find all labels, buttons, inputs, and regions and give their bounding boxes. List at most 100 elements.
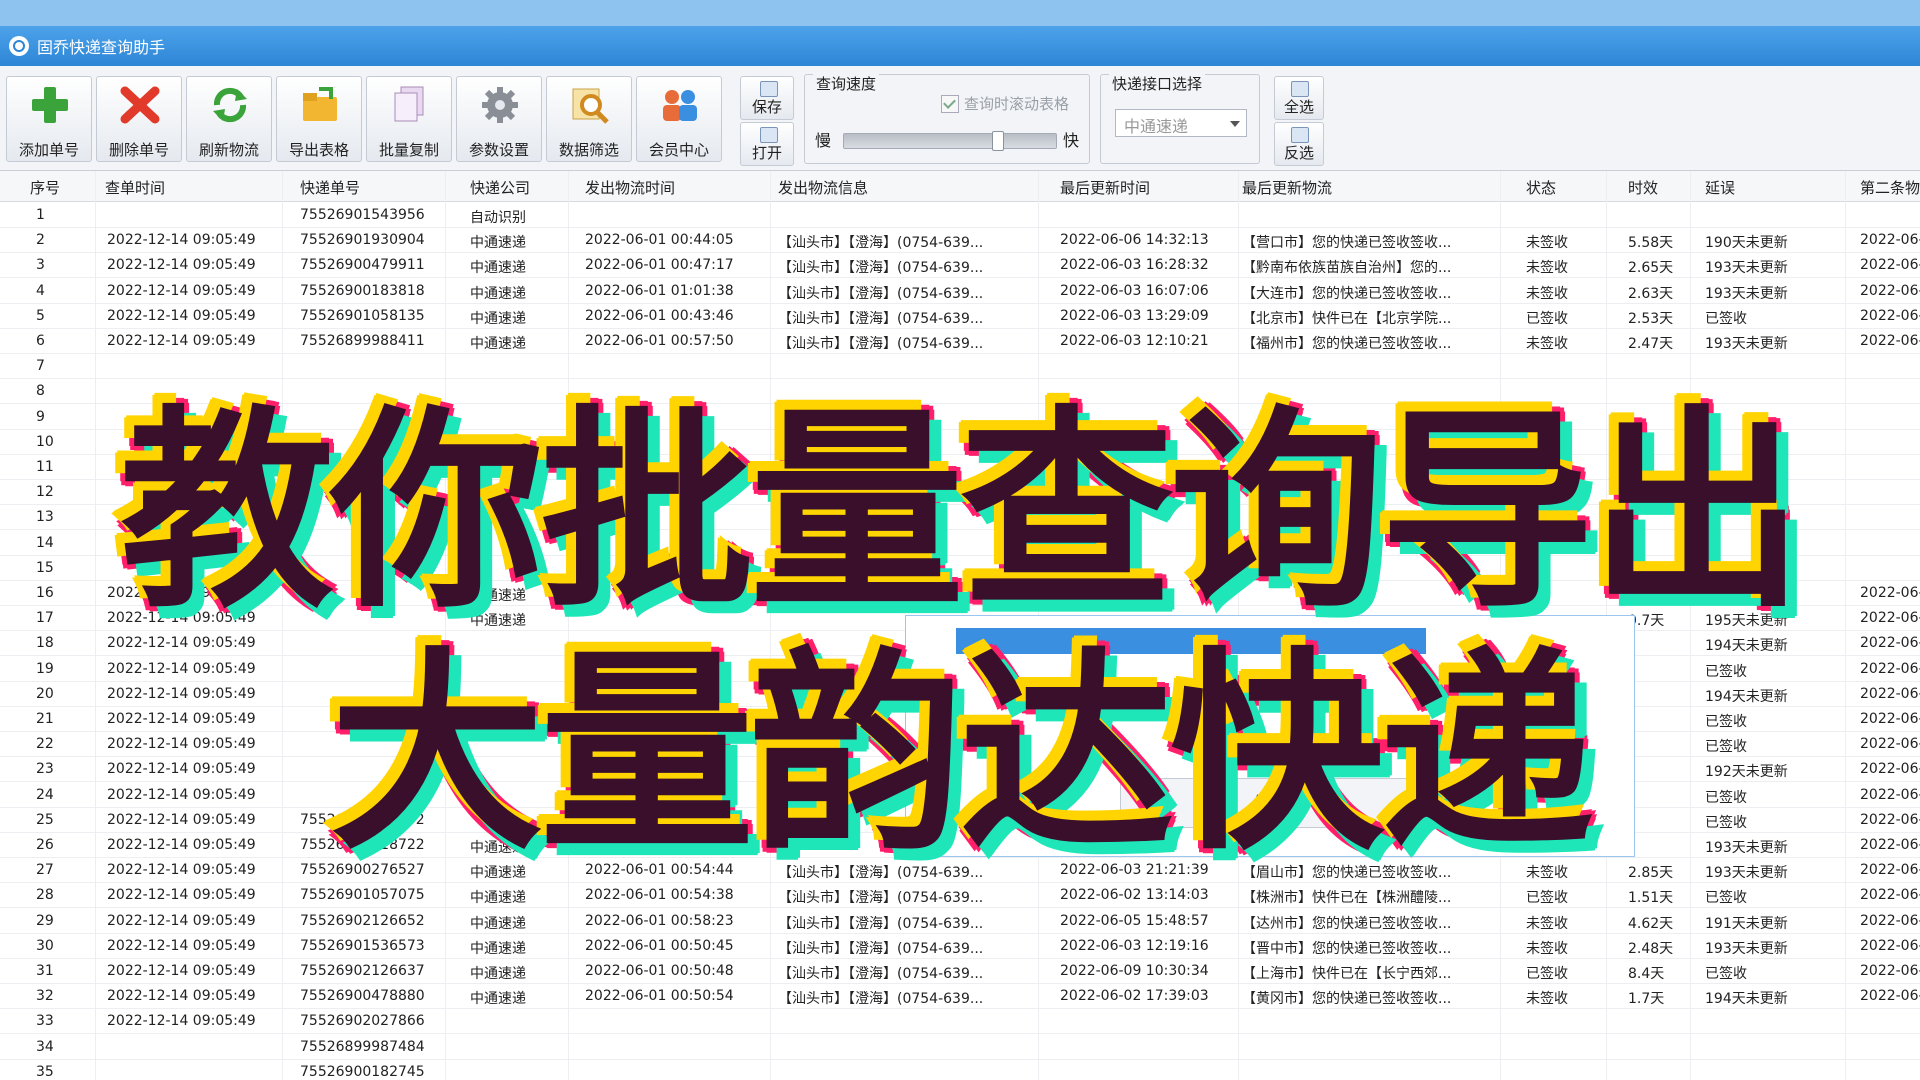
table-cell: 2022-12-14 09:05:49 (107, 736, 256, 753)
table-cell: 75526902126652 (300, 912, 425, 929)
stop-button[interactable]: 停止 (1120, 778, 1418, 828)
toolbar-button-label: 参数设置 (468, 141, 529, 159)
table-row[interactable]: 6 2022-12-14 09:05:49 75526899988411 中通速递 20… (0, 328, 1920, 354)
table-cell: 未签收 (1526, 260, 1568, 277)
table-cell: 2.48天 (1628, 940, 1674, 957)
table-cell: 中通速递 (470, 915, 526, 932)
window-title: 固乔快递查询助手 (37, 38, 166, 57)
table-row[interactable]: 13 (0, 504, 1920, 531)
table-cell: 2022-06-01 (1860, 786, 1920, 803)
scroll-table-checkbox[interactable]: 查询时滚动表格 (941, 93, 1069, 114)
table-row[interactable]: 12 (0, 479, 1920, 506)
table-cell: 25 (36, 811, 54, 828)
table-cell: 2022-06-01 00:54:38 (585, 887, 734, 904)
table-cell: 已签收 (1705, 814, 1747, 831)
table-cell: 2022-06-01 (1860, 685, 1920, 702)
toolbar-button-6[interactable]: 数据筛选 (546, 76, 632, 162)
column-header[interactable]: 第二条物 (1860, 177, 1920, 198)
column-header[interactable]: 查单时间 (105, 177, 165, 198)
open-button[interactable]: 打开 (740, 122, 794, 166)
invert-selection-button[interactable]: 反选 (1274, 122, 1324, 166)
table-row[interactable]: 30 2022-12-14 09:05:49 75526901536573 中通速递 2… (0, 933, 1920, 959)
column-header[interactable]: 序号 (30, 177, 60, 198)
table-cell: 中通速递 (470, 260, 526, 277)
toolbar-button-4[interactable]: 批量复制 (366, 76, 452, 162)
table-cell: 11 (36, 459, 54, 475)
table-cell: 35 (36, 1063, 54, 1080)
table-row[interactable]: 31 2022-12-14 09:05:49 75526902126637 中通速递 2… (0, 958, 1920, 984)
toolbar-button-3[interactable]: 导出表格 (276, 76, 362, 162)
table-row[interactable]: 14 (0, 530, 1920, 556)
magnifier-icon (569, 85, 611, 125)
table-cell: 26 (36, 837, 54, 853)
toolbar-button-label: 删除单号 (108, 141, 169, 159)
column-header[interactable]: 最后更新时间 (1060, 177, 1150, 198)
table-cell: 33 (36, 1013, 54, 1030)
table-cell: 2022-06-03 16:07:06 (1060, 282, 1209, 299)
table-cell: 2022-06-01 00:57:50 (585, 333, 734, 349)
table-row[interactable]: 7 (0, 353, 1920, 380)
table-cell: 75526900479911 (300, 257, 425, 274)
table-cell: 已签收 (1705, 663, 1747, 680)
table-row[interactable]: 1 75526901543956 自动识别 (0, 202, 1920, 228)
table-row[interactable]: 16 2022-12-14 09:05:49 中通速递 9.87天 2022-06-01 (0, 580, 1920, 606)
table-cell: 75526901058135 (300, 307, 425, 324)
table-row[interactable]: 4 2022-12-14 09:05:49 75526900183818 中通速递 20… (0, 278, 1920, 304)
toolbar-button-1[interactable]: 删除单号 (96, 76, 182, 162)
table-cell: 34 (36, 1038, 54, 1055)
table-cell: 75526900276527 (300, 862, 425, 879)
table-cell: 已签收 (1526, 890, 1568, 907)
toolbar-button-2[interactable]: 刷新物流 (186, 76, 272, 162)
table-cell: 31 (36, 963, 54, 979)
table-cell: 2022-12-14 09:05:49 (107, 988, 256, 1005)
column-header[interactable]: 时效 (1628, 177, 1658, 198)
table-row[interactable]: 9 (0, 404, 1920, 430)
toolbar-button-5[interactable]: 参数设置 (456, 76, 542, 162)
table-row[interactable]: 11 (0, 454, 1920, 480)
table-cell: 18 (36, 635, 54, 652)
toolbar-button-7[interactable]: 会员中心 (636, 76, 722, 162)
table-cell: 193天未更新 (1705, 940, 1788, 957)
column-header[interactable]: 状态 (1526, 177, 1556, 198)
table-cell: 【黄冈市】您的快递已签收签收... (1242, 991, 1452, 1008)
table-cell: 2022-06-01 (1860, 307, 1920, 324)
table-row[interactable]: 34 75526899987484 (0, 1034, 1920, 1060)
table-cell: 2022-06-01 (1860, 585, 1920, 601)
table-row[interactable]: 15 (0, 555, 1920, 581)
table-cell: 【汕头市】【澄海】(0754-639... (778, 260, 984, 277)
table-cell: 75526902218722 (300, 837, 425, 853)
table-cell: 2022-06-01 (1860, 887, 1920, 904)
table-cell: 【汕头市】【澄海】(0754-639... (778, 865, 984, 882)
table-row[interactable]: 28 2022-12-14 09:05:49 75526901057075 中通速递 2… (0, 882, 1920, 909)
table-cell: 2022-06-01 (1860, 660, 1920, 677)
table-row[interactable]: 2 2022-12-14 09:05:49 75526901930904 中通速递 20… (0, 227, 1920, 254)
column-header[interactable]: 延误 (1705, 177, 1735, 198)
table-row[interactable]: 3 2022-12-14 09:05:49 75526900479911 中通速递 20… (0, 252, 1920, 279)
table-row[interactable]: 8 (0, 378, 1920, 405)
table-cell: 2022-06-01 (1860, 912, 1920, 929)
table-cell: 【汕头市】【澄海】(0754-639... (778, 915, 984, 932)
column-header[interactable]: 快递单号 (300, 177, 360, 198)
column-header[interactable]: 快递公司 (470, 177, 530, 198)
table-row[interactable]: 29 2022-12-14 09:05:49 75526902126652 中通速递 2… (0, 908, 1920, 934)
toolbar-button-0[interactable]: 添加单号 (6, 76, 92, 162)
table-row[interactable]: 35 75526900182745 (0, 1059, 1920, 1080)
select-all-button[interactable]: 全选 (1274, 76, 1324, 120)
table-row[interactable]: 27 2022-12-14 09:05:49 75526900276527 中通速递 2… (0, 857, 1920, 884)
column-header[interactable]: 发出物流时间 (585, 177, 675, 198)
table-row[interactable]: 32 2022-12-14 09:05:49 75526900478880 中通速递 2… (0, 983, 1920, 1010)
column-header[interactable]: 最后更新物流 (1242, 177, 1332, 198)
speed-slider[interactable] (843, 131, 1057, 151)
table-cell: 2.63天 (1628, 285, 1674, 302)
slider-thumb[interactable] (991, 131, 1004, 151)
save-button[interactable]: 保存 (740, 76, 794, 120)
api-select[interactable]: 中通速递 (1115, 109, 1247, 137)
table-cell: 【达州市】您的快递已签收签收... (1242, 915, 1452, 932)
column-header[interactable]: 发出物流信息 (778, 177, 868, 198)
open-icon (760, 127, 778, 143)
table-row[interactable]: 33 2022-12-14 09:05:49 75526902027866 (0, 1008, 1920, 1035)
table-cell: 2022-12-14 09:05:49 (107, 937, 256, 954)
table-cell: 75526902027866 (300, 1013, 425, 1030)
table-row[interactable]: 10 (0, 429, 1920, 455)
table-row[interactable]: 5 2022-12-14 09:05:49 75526901058135 中通速递 20… (0, 303, 1920, 329)
